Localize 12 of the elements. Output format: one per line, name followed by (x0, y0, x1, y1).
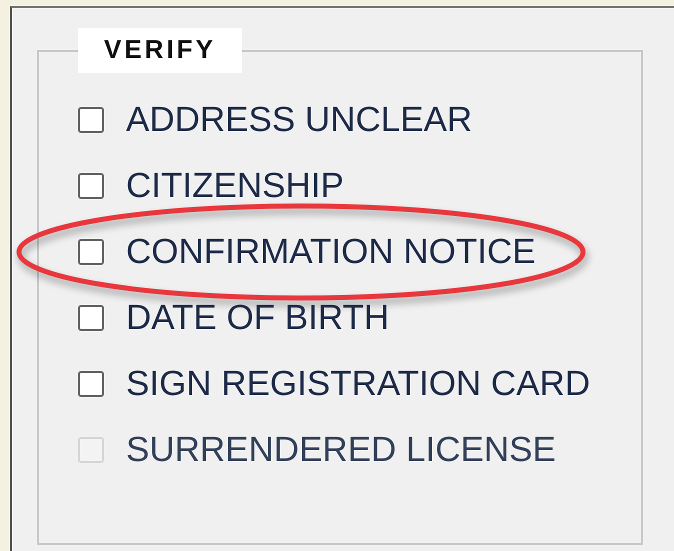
checkbox[interactable] (78, 305, 104, 331)
checkbox[interactable] (78, 371, 104, 397)
group-title: VERIFY (78, 28, 242, 73)
checkbox-label: CITIZENSHIP (126, 166, 344, 206)
checkbox-label: CONFIRMATION NOTICE (126, 232, 536, 272)
checkbox[interactable] (78, 107, 104, 133)
checkbox-label: ADDRESS UNCLEAR (126, 100, 472, 140)
checkbox[interactable] (78, 239, 104, 265)
checkbox[interactable] (78, 173, 104, 199)
checkbox-label: SURRENDERED LICENSE (126, 430, 556, 470)
checkbox-label: DATE OF BIRTH (126, 298, 390, 338)
checkbox-label: SIGN REGISTRATION CARD (126, 364, 590, 404)
